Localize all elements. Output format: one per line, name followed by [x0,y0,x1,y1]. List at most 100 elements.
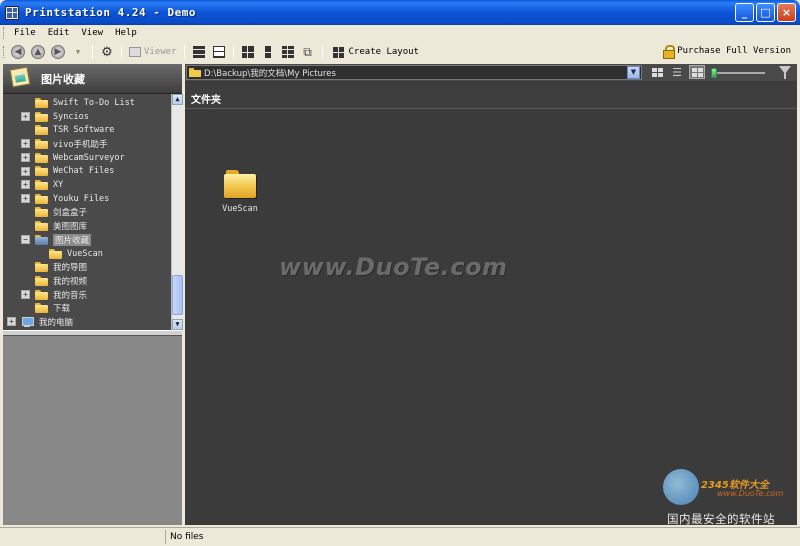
tree-item[interactable]: + vivo手机助手 [21,137,107,151]
menu-help[interactable]: Help [109,28,143,38]
stack-icon: ⧉ [303,44,312,59]
tree-item[interactable]: 美图图库 [35,219,87,233]
tree-item-label: WebcamSurveyor [53,152,125,163]
filter-icon[interactable] [779,66,791,79]
menu-edit[interactable]: Edit [42,28,76,38]
title-bar: Printstation 4.24 - Demo _ □ × [0,0,800,25]
tree-item[interactable]: + Syncios [21,110,89,124]
tree-item-label: Syncios [53,111,89,122]
tree-item[interactable]: 下载 [35,302,70,316]
expand-icon[interactable]: + [21,111,30,121]
purchase-button[interactable]: Purchase Full Version [663,45,791,59]
tree-item-label: TSR Software [53,125,115,136]
menu-file[interactable]: File [8,28,42,38]
back-button[interactable]: ◀ [10,44,26,60]
layout-rows-button[interactable] [191,44,207,60]
layout-column-button[interactable] [260,44,276,60]
lock-icon [663,45,676,59]
tree-item[interactable]: 我的视频 [35,274,87,288]
tree-item[interactable]: TSR Software [35,123,114,137]
tree-item[interactable]: + WeChat Files [21,165,114,179]
tree-item[interactable]: 我的导图 [35,260,87,274]
list-icon: ☰ [672,65,682,79]
create-layout-button[interactable]: Create Layout [329,44,419,60]
tree-item[interactable]: + 我的电脑 [7,315,73,329]
minimize-button[interactable]: _ [735,3,754,22]
folder-icon [35,207,48,218]
expand-icon[interactable]: + [21,139,30,149]
tree-item-label: 下载 [53,304,71,315]
expand-icon[interactable]: + [21,152,30,162]
logo-tagline: 国内最安全的软件站 [667,512,775,526]
view-details-button[interactable] [689,65,705,79]
layout-multi-button[interactable] [280,44,296,60]
status-message: No files [170,532,204,542]
rows-layout-icon [192,46,205,58]
tree-item[interactable]: + XY [21,178,63,192]
folders-section-title: 文件夹 [185,83,797,109]
view-mode-group: ☰ [649,65,705,79]
expand-icon[interactable]: + [7,317,16,327]
logo-mascot-icon [663,469,699,505]
path-dropdown-button[interactable]: ▼ [627,66,640,79]
status-bar: No files [0,527,800,546]
scroll-thumb[interactable] [172,275,183,315]
thumbnails-icon [651,67,663,77]
tree-item[interactable]: Swift To-Do List [35,96,135,110]
expand-icon[interactable]: + [21,289,30,299]
path-combobox[interactable]: D:\Backup\我的文档\My Pictures ▼ [186,65,642,80]
tree-item-label: 我的视频 [53,276,88,287]
status-cell-left [3,530,166,544]
tree-item[interactable]: + Youku Files [21,192,109,206]
folder-icon [35,166,48,177]
tree-item[interactable]: + WebcamSurveyor [21,151,125,165]
tree-item[interactable]: 剑盒盒子 [35,206,87,220]
folder-icon [35,234,48,245]
collapse-icon[interactable]: − [21,235,30,244]
folder-tree[interactable]: Swift To-Do List + Syncios TSR Software + viv… [3,94,171,330]
toolbar-separator [183,45,185,59]
up-button[interactable]: ▲ [30,44,46,60]
slider-knob[interactable] [711,68,717,78]
thumbnail-size-slider[interactable] [709,68,769,78]
tree-item[interactable]: − 图片收藏 [21,233,92,247]
expand-icon[interactable]: + [21,180,30,190]
folder-icon [35,289,48,300]
folder-icon [35,180,48,191]
tree-item-label: 图片收藏 [53,233,92,246]
close-button[interactable]: × [777,3,796,22]
computer-icon [21,316,34,328]
details-icon [691,67,703,77]
expand-icon[interactable]: + [21,193,30,203]
tree-item-label: 美图图库 [53,222,88,233]
tree-scrollbar[interactable]: ▲ ▼ [171,94,183,330]
forward-button[interactable]: ▶ [50,44,66,60]
expand-icon[interactable]: + [21,166,30,176]
viewer-button[interactable]: Viewer [129,47,177,57]
maximize-button[interactable]: □ [756,3,775,22]
tree-item-label: VueScan [67,248,103,259]
up-arrow-icon: ▲ [31,45,45,59]
layout-two-rows-button[interactable] [211,44,227,60]
toolbar-separator [121,45,122,59]
tree-item[interactable]: VueScan [49,247,103,261]
path-text: D:\Backup\我的文档\My Pictures [204,68,336,79]
app-icon [5,5,19,20]
settings-button[interactable]: ⚙ [99,44,115,60]
folder-icon [35,152,48,163]
tree-item[interactable]: + 我的音乐 [21,288,87,302]
menu-view[interactable]: View [75,28,109,38]
folder-icon [189,68,201,77]
scroll-down-button[interactable]: ▼ [172,319,183,330]
folder-tile-label: VueScan [222,204,258,214]
watermark-text: www.DuoTe.com [279,253,508,281]
view-thumbnails-button[interactable] [649,65,665,79]
scroll-up-button[interactable]: ▲ [172,94,183,105]
history-dropdown-button[interactable]: ▼ [70,44,86,60]
favorites-header: 图片收藏 [3,64,182,94]
folder-tile-vuescan[interactable]: VueScan [216,170,264,214]
view-list-button[interactable]: ☰ [669,65,685,79]
right-pane: D:\Backup\我的文档\My Pictures ▼ ☰ 文件夹 VueSc… [185,64,797,526]
layout-stack-button[interactable]: ⧉ [300,44,316,60]
layout-grid-button[interactable] [240,44,256,60]
